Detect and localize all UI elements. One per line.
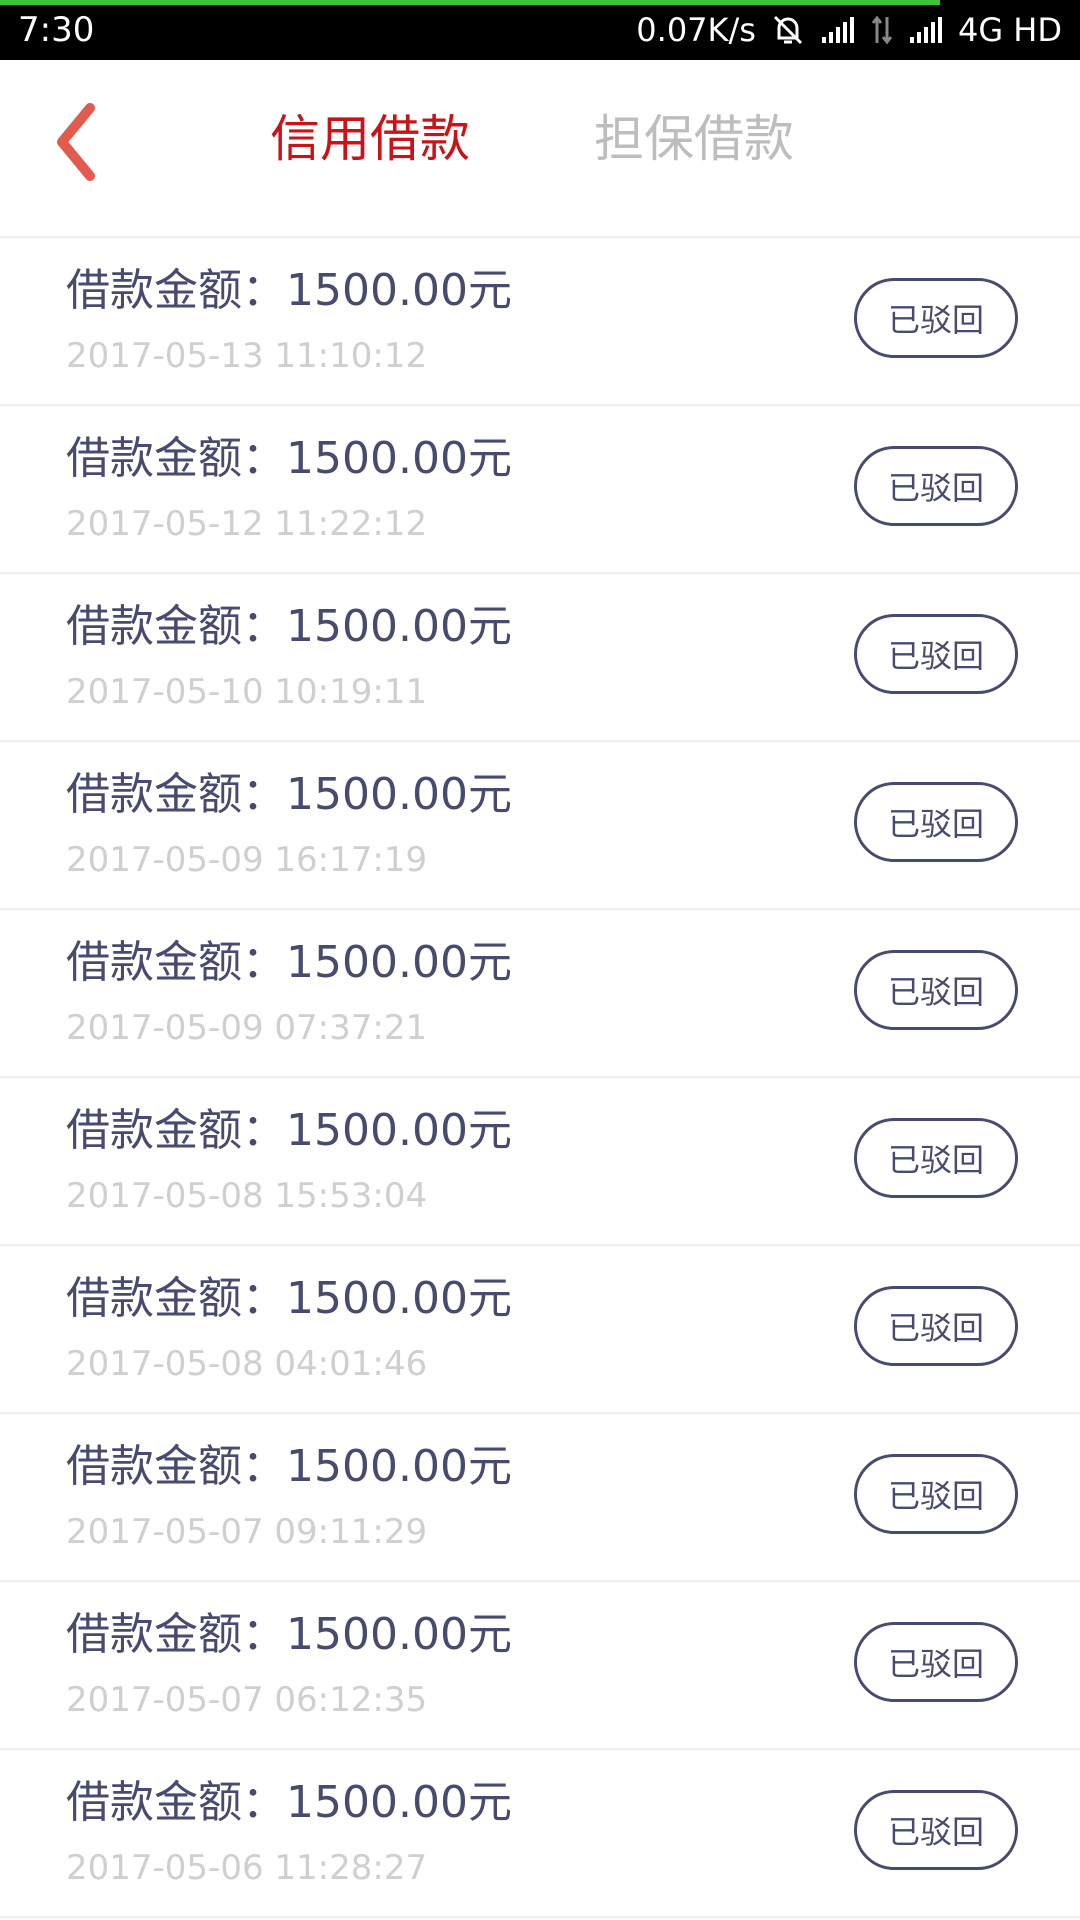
page-load-progress-bar bbox=[0, 0, 940, 5]
status-badge[interactable]: 已驳回 bbox=[854, 1118, 1018, 1198]
loan-amount: 借款金额：1500.00元 bbox=[66, 1609, 512, 1660]
list-item[interactable]: 借款金额：1500.00元 2017-05-07 06:12:35 已驳回 bbox=[0, 1582, 1080, 1750]
loan-time: 2017-05-09 07:37:21 bbox=[66, 1008, 428, 1048]
loan-time: 2017-05-07 09:11:29 bbox=[66, 1512, 428, 1552]
loan-amount: 借款金额：1500.00元 bbox=[66, 433, 512, 484]
signal-icon bbox=[908, 15, 944, 45]
loan-time: 2017-05-08 04:01:46 bbox=[66, 1344, 428, 1384]
loan-amount: 借款金额：1500.00元 bbox=[66, 601, 512, 652]
loan-amount: 借款金额：1500.00元 bbox=[66, 937, 512, 988]
network-speed: 0.07K/s bbox=[636, 11, 756, 49]
list-item[interactable]: 借款金额：1500.00元 2017-05-06 11:28:27 已驳回 bbox=[0, 1750, 1080, 1918]
list-item[interactable]: 借款金额：1500.00元 2017-05-10 10:19:11 已驳回 bbox=[0, 574, 1080, 742]
header: 信用借款 担保借款 bbox=[0, 60, 1080, 238]
status-badge[interactable]: 已驳回 bbox=[854, 1622, 1018, 1702]
loan-amount: 借款金额：1500.00元 bbox=[66, 1441, 512, 1492]
list-item[interactable]: 借款金额：1500.00元 2017-05-08 15:53:04 已驳回 bbox=[0, 1078, 1080, 1246]
list-item[interactable]: 借款金额：1500.00元 2017-05-08 04:01:46 已驳回 bbox=[0, 1246, 1080, 1414]
loan-amount: 借款金额：1500.00元 bbox=[66, 1105, 512, 1156]
loan-amount: 借款金额：1500.00元 bbox=[66, 1777, 512, 1828]
list-item[interactable]: 借款金额：1500.00元 2017-05-13 11:10:12 已驳回 bbox=[0, 238, 1080, 406]
loan-list: 借款金额：1500.00元 2017-05-13 11:10:12 已驳回 借款… bbox=[0, 238, 1080, 1918]
status-right-group: 0.07K/s 4G HD bbox=[636, 8, 1062, 52]
loan-time: 2017-05-10 10:19:11 bbox=[66, 672, 428, 712]
status-bar: 7:30 0.07K/s 4G HD bbox=[0, 0, 1080, 60]
status-badge[interactable]: 已驳回 bbox=[854, 782, 1018, 862]
status-time: 7:30 bbox=[18, 10, 95, 50]
data-arrows-icon bbox=[870, 15, 894, 45]
chevron-left-icon bbox=[50, 102, 100, 186]
list-item[interactable]: 借款金额：1500.00元 2017-05-07 09:11:29 已驳回 bbox=[0, 1414, 1080, 1582]
loan-time: 2017-05-13 11:10:12 bbox=[66, 336, 428, 376]
back-button[interactable] bbox=[40, 94, 110, 194]
loan-time: 2017-05-07 06:12:35 bbox=[66, 1680, 428, 1720]
loan-time: 2017-05-08 15:53:04 bbox=[66, 1176, 428, 1216]
loan-time: 2017-05-09 16:17:19 bbox=[66, 840, 428, 880]
status-badge[interactable]: 已驳回 bbox=[854, 1286, 1018, 1366]
list-item[interactable]: 借款金额：1500.00元 2017-05-09 07:37:21 已驳回 bbox=[0, 910, 1080, 1078]
loan-amount: 借款金额：1500.00元 bbox=[66, 265, 512, 316]
tab-credit-loan[interactable]: 信用借款 bbox=[270, 104, 470, 174]
mute-bell-icon bbox=[770, 12, 806, 48]
status-badge[interactable]: 已驳回 bbox=[854, 950, 1018, 1030]
status-badge[interactable]: 已驳回 bbox=[854, 446, 1018, 526]
network-type: 4G HD bbox=[957, 11, 1062, 49]
list-item[interactable]: 借款金额：1500.00元 2017-05-12 11:22:12 已驳回 bbox=[0, 406, 1080, 574]
status-badge[interactable]: 已驳回 bbox=[854, 1790, 1018, 1870]
loan-time: 2017-05-12 11:22:12 bbox=[66, 504, 428, 544]
status-badge[interactable]: 已驳回 bbox=[854, 1454, 1018, 1534]
status-badge[interactable]: 已驳回 bbox=[854, 614, 1018, 694]
loan-amount: 借款金额：1500.00元 bbox=[66, 769, 512, 820]
loan-amount: 借款金额：1500.00元 bbox=[66, 1273, 512, 1324]
signal-icon bbox=[820, 15, 856, 45]
loan-time: 2017-05-06 11:28:27 bbox=[66, 1848, 428, 1888]
tab-guaranteed-loan[interactable]: 担保借款 bbox=[594, 104, 794, 174]
status-badge[interactable]: 已驳回 bbox=[854, 278, 1018, 358]
list-item[interactable]: 借款金额：1500.00元 2017-05-09 16:17:19 已驳回 bbox=[0, 742, 1080, 910]
